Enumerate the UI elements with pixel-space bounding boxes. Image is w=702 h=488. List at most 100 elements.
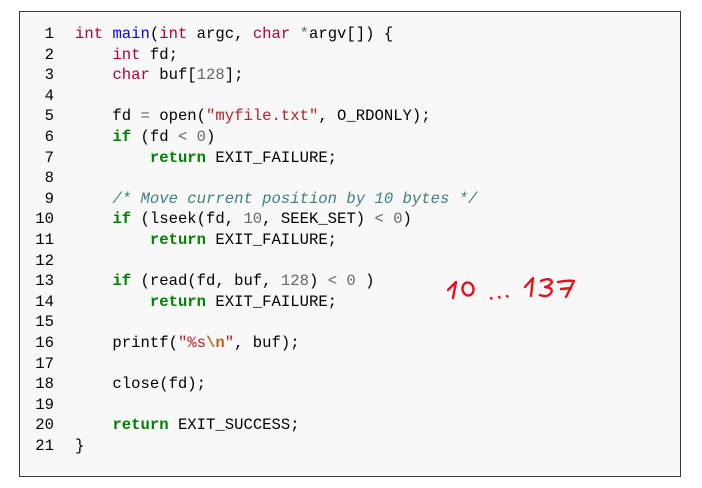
code-line: 19 [20, 395, 680, 416]
code-token: 128 [196, 66, 225, 85]
code-token: return [112, 416, 169, 435]
code-token: , O_RDONLY); [318, 107, 431, 126]
code-token: /* Move current position by 10 bytes */ [112, 189, 478, 208]
code-line: 7 return EXIT_FAILURE; [20, 148, 680, 169]
line-number: 5 [44, 107, 54, 126]
code-token: fd; [140, 45, 178, 64]
line-number: 9 [44, 189, 54, 208]
code-text: fd = open("myfile.txt", O_RDONLY); [75, 106, 431, 127]
code-token: < [374, 210, 384, 229]
code-token: return [149, 292, 207, 311]
code-text: int fd; [75, 45, 178, 66]
code-line: 9 /* Move current position by 10 bytes *… [20, 189, 680, 210]
code-text: if (read(fd, buf, 128) < 0 ) [75, 271, 374, 292]
code-token: ( [149, 25, 160, 43]
code-token: ]; [224, 66, 244, 85]
code-text: printf("%s\n", buf); [75, 333, 300, 354]
code-line: 16 printf("%s\n", buf); [20, 333, 680, 354]
code-token: ) [355, 272, 375, 291]
code-token: 0 [346, 272, 356, 291]
code-token: * [299, 25, 309, 43]
code-token: (read(fd, buf, [131, 272, 281, 291]
code-token: " [224, 333, 235, 352]
code-token: = [140, 107, 150, 126]
code-token: buf[ [149, 66, 197, 85]
code-text: close(fd); [75, 374, 206, 395]
code-token: 128 [280, 272, 309, 291]
code-token: argv[]) { [308, 25, 394, 43]
line-number: 4 [44, 86, 54, 105]
code-line: 15 [20, 312, 680, 333]
code-token: ) [308, 272, 328, 291]
code-token: 0 [393, 210, 403, 229]
code-token: open( [149, 107, 207, 126]
line-number: 20 [35, 416, 54, 435]
code-line: 10 if (lseek(fd, 10, SEEK_SET) < 0) [20, 209, 680, 230]
code-token: (fd [131, 127, 178, 146]
code-token: if [112, 127, 132, 146]
line-number: 18 [35, 375, 54, 394]
code-token: argc, [187, 25, 253, 43]
code-token: close(fd); [75, 375, 207, 394]
code-text: return EXIT_FAILURE; [75, 230, 337, 251]
code-text: if (fd < 0) [75, 127, 215, 148]
code-token: \n [206, 333, 225, 352]
code-line: 2 int fd; [20, 45, 680, 66]
code-text: } [75, 436, 84, 457]
code-token: return [149, 230, 207, 249]
code-line: 5 fd = open("myfile.txt", O_RDONLY); [20, 106, 680, 127]
code-line: 3 char buf[128]; [20, 65, 680, 86]
code-token: EXIT_FAILURE; [206, 292, 338, 311]
code-token: (lseek(fd, [131, 210, 244, 229]
line-number: 6 [44, 127, 54, 146]
code-line: 4 [20, 86, 680, 107]
line-number: 13 [35, 272, 54, 291]
code-token: "myfile.txt" [206, 107, 319, 126]
code-token: "%s [177, 333, 207, 352]
code-token: } [75, 436, 85, 455]
line-number: 10 [35, 210, 54, 229]
code-token: 10 [243, 210, 263, 229]
line-number: 16 [35, 333, 54, 352]
line-number: 8 [44, 169, 54, 188]
code-line: 8 [20, 168, 680, 189]
code-token: char [252, 25, 291, 43]
line-number: 19 [35, 395, 54, 414]
code-text: int main(int argc, char *argv[]) { [75, 24, 393, 45]
code-token: printf( [75, 333, 178, 352]
code-token: 0 [196, 127, 207, 146]
line-number: 21 [35, 436, 54, 455]
handwritten-annotation [446, 270, 586, 310]
code-text: if (lseek(fd, 10, SEEK_SET) < 0) [75, 209, 412, 230]
code-token: EXIT_SUCCESS; [168, 416, 300, 435]
code-token: if [112, 272, 132, 291]
code-token: , buf); [234, 333, 300, 352]
code-line: 11 return EXIT_FAILURE; [20, 230, 680, 251]
line-number: 17 [35, 354, 54, 373]
code-listing: 1 int main(int argc, char *argv[]) {2 int… [20, 24, 680, 456]
code-token: char [112, 66, 150, 85]
code-token: ) [402, 210, 412, 229]
code-text: char buf[128]; [75, 65, 243, 86]
code-line: 12 [20, 251, 680, 272]
code-token: return [149, 148, 207, 167]
annotation-handwriting [446, 276, 576, 300]
code-token: EXIT_FAILURE; [206, 148, 338, 167]
code-text: return EXIT_SUCCESS; [75, 415, 300, 436]
code-token: int [75, 25, 104, 43]
code-token: main [112, 25, 150, 43]
code-text: return EXIT_FAILURE; [75, 292, 337, 313]
line-number: 12 [35, 251, 54, 270]
code-text: /* Move current position by 10 bytes */ [75, 189, 477, 210]
line-number: 2 [44, 45, 54, 64]
code-token: , SEEK_SET) [262, 210, 375, 229]
